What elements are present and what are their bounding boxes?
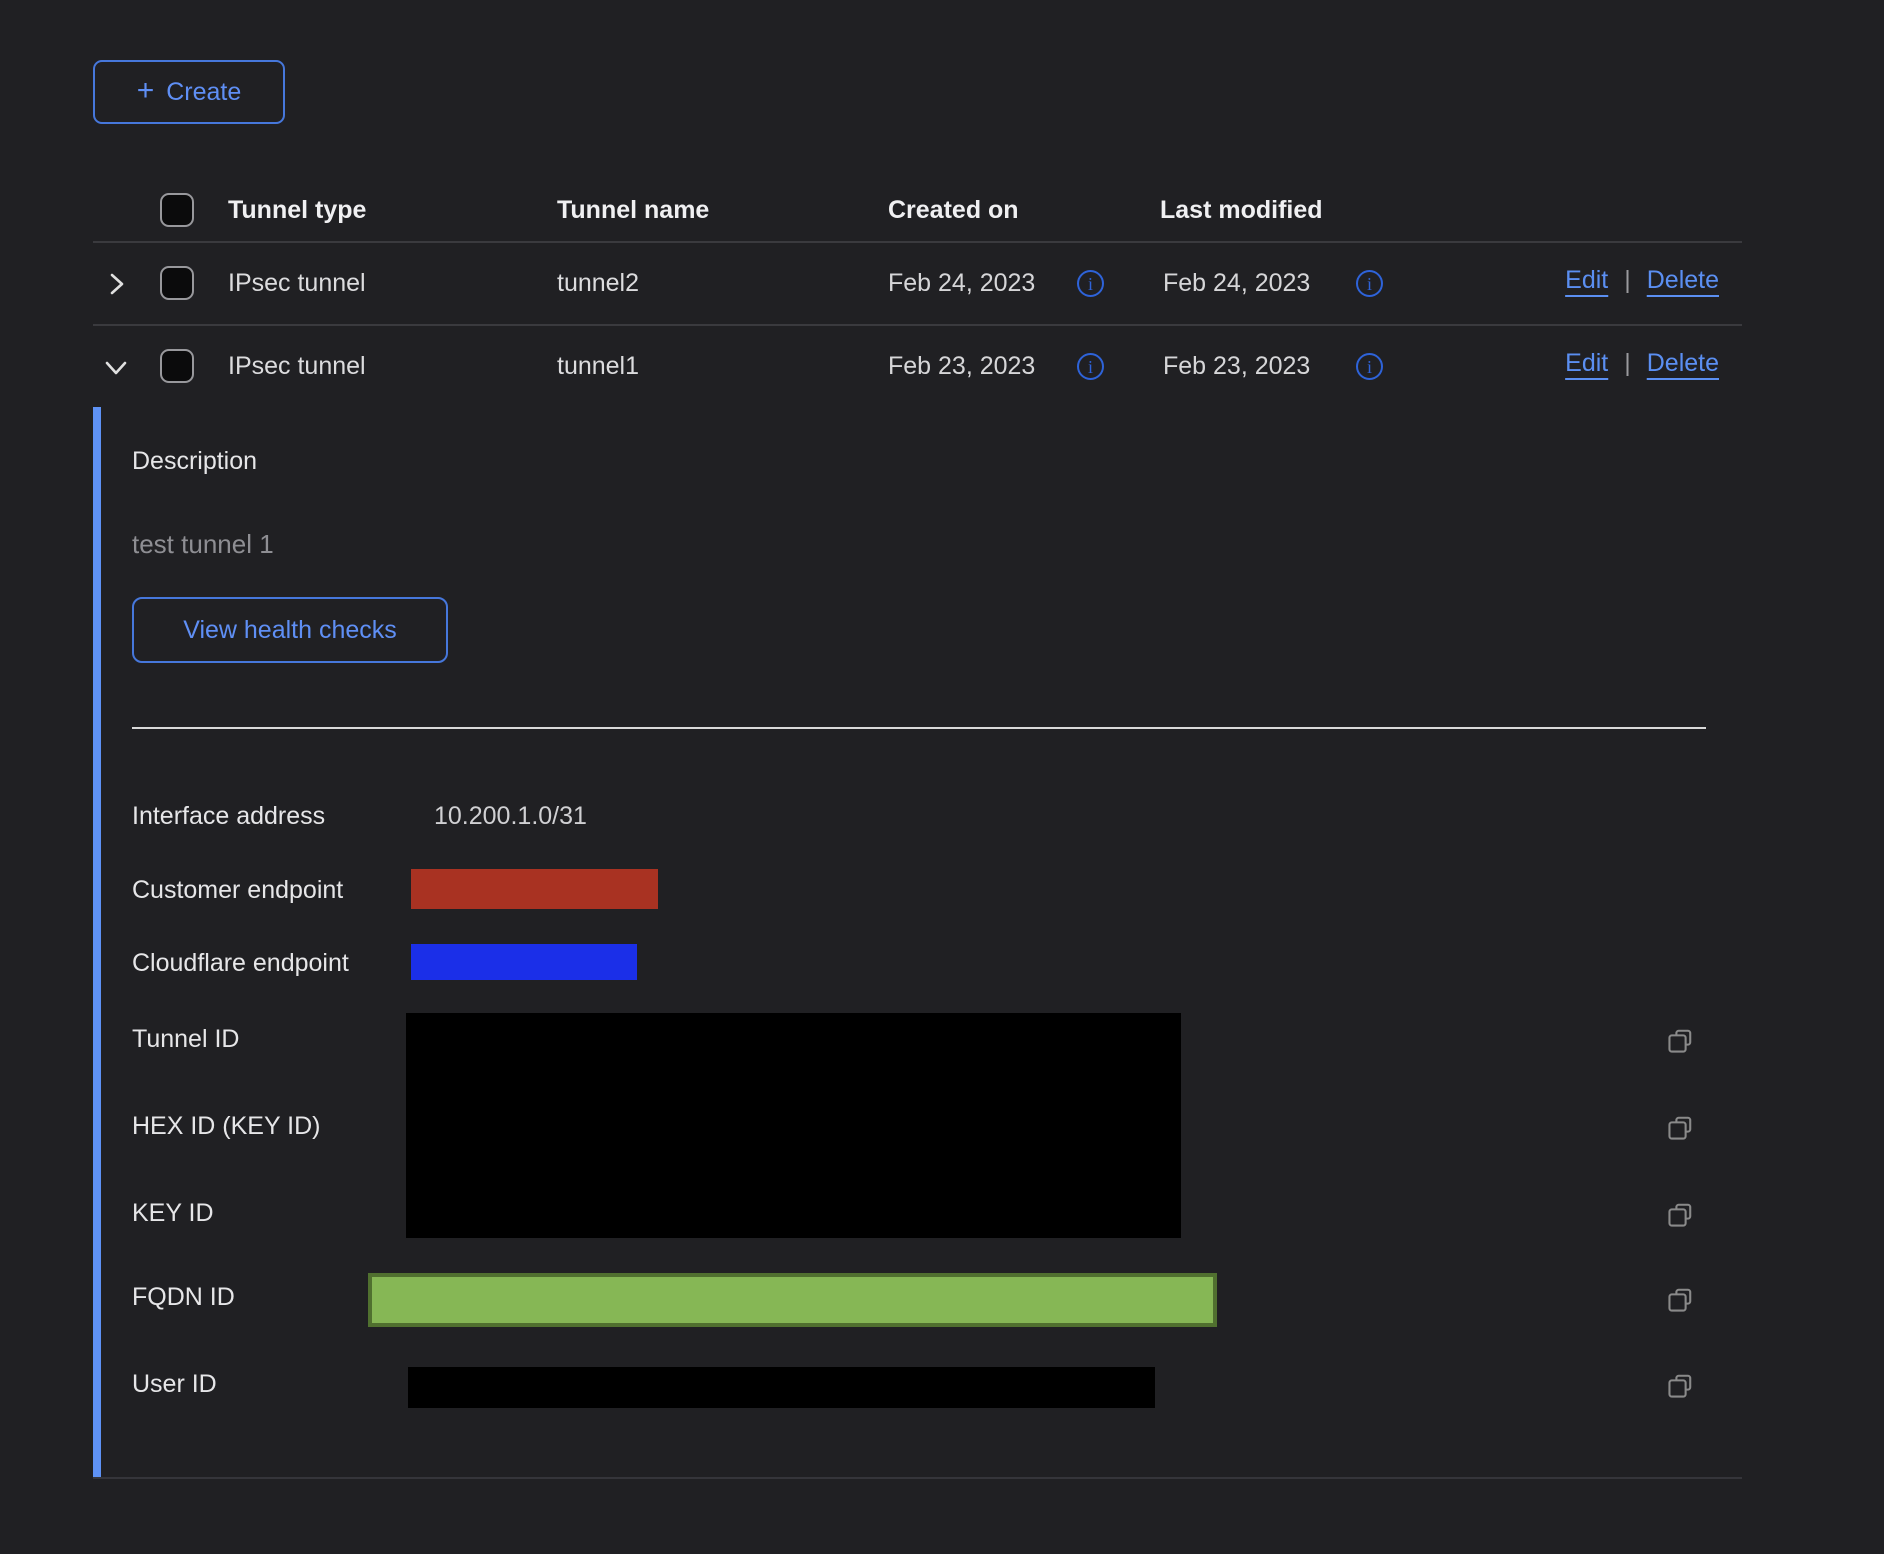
detail-label: KEY ID [132,1198,214,1228]
detail-label: HEX ID (KEY ID) [132,1111,320,1141]
header-divider [93,241,1742,243]
last-modified-cell: Feb 24, 2023 [1163,268,1310,298]
detail-label: Customer endpoint [132,875,343,905]
delete-link[interactable]: Delete [1647,266,1719,295]
edit-link[interactable]: Edit [1565,349,1608,378]
copy-icon[interactable] [1666,1199,1696,1229]
info-icon[interactable]: i [1077,270,1104,297]
last-modified-cell: Feb 23, 2023 [1163,351,1310,381]
expanded-row-indicator-bar [93,407,101,1478]
detail-label: FQDN ID [132,1282,235,1312]
created-on-cell: Feb 23, 2023 [888,351,1035,381]
copy-icon[interactable] [1666,1112,1696,1142]
delete-link[interactable]: Delete [1647,349,1719,378]
view-health-checks-button[interactable]: View health checks [132,597,448,663]
detail-label: Tunnel ID [132,1024,239,1054]
column-header-last-modified: Last modified [1160,195,1323,225]
fqdn-id-redaction [368,1273,1217,1327]
tunnel-name-cell: tunnel2 [557,268,639,298]
row-checkbox[interactable] [160,266,194,300]
info-icon[interactable]: i [1077,353,1104,380]
cloudflare-endpoint-redaction [411,944,637,980]
copy-icon[interactable] [1666,1025,1696,1055]
row-actions: Edit | Delete [1565,349,1719,378]
description-label: Description [132,446,257,476]
detail-label: Cloudflare endpoint [132,948,349,978]
chevron-right-icon[interactable] [102,270,130,298]
tunnel-type-cell: IPsec tunnel [228,351,366,381]
row-actions: Edit | Delete [1565,266,1719,295]
column-header-created-on: Created on [888,195,1019,225]
column-header-tunnel-type: Tunnel type [228,195,366,225]
row-checkbox[interactable] [160,349,194,383]
customer-endpoint-redaction [411,869,658,909]
action-separator: | [1624,266,1631,295]
detail-label: User ID [132,1369,217,1399]
tunnel-name-cell: tunnel1 [557,351,639,381]
plus-icon: + [137,76,155,106]
select-all-checkbox[interactable] [160,193,194,227]
row-divider [93,324,1742,326]
create-button-label: Create [166,78,241,107]
edit-link[interactable]: Edit [1565,266,1608,295]
info-icon[interactable]: i [1356,270,1383,297]
detail-label: Interface address [132,801,325,831]
tunnels-page: + Create Tunnel type Tunnel name Created… [0,0,1884,1554]
create-button[interactable]: + Create [93,60,285,124]
panel-divider [132,727,1706,729]
chevron-down-icon[interactable] [102,353,130,381]
action-separator: | [1624,349,1631,378]
info-icon[interactable]: i [1356,353,1383,380]
interface-address-value: 10.200.1.0/31 [434,801,587,831]
description-value: test tunnel 1 [132,529,274,559]
copy-icon[interactable] [1666,1370,1696,1400]
copy-icon[interactable] [1666,1284,1696,1314]
user-id-redaction [408,1367,1155,1408]
created-on-cell: Feb 24, 2023 [888,268,1035,298]
tunnel-type-cell: IPsec tunnel [228,268,366,298]
panel-bottom-divider [93,1477,1742,1479]
view-health-checks-label: View health checks [183,616,397,645]
column-header-tunnel-name: Tunnel name [557,195,709,225]
ids-redaction [406,1013,1181,1238]
